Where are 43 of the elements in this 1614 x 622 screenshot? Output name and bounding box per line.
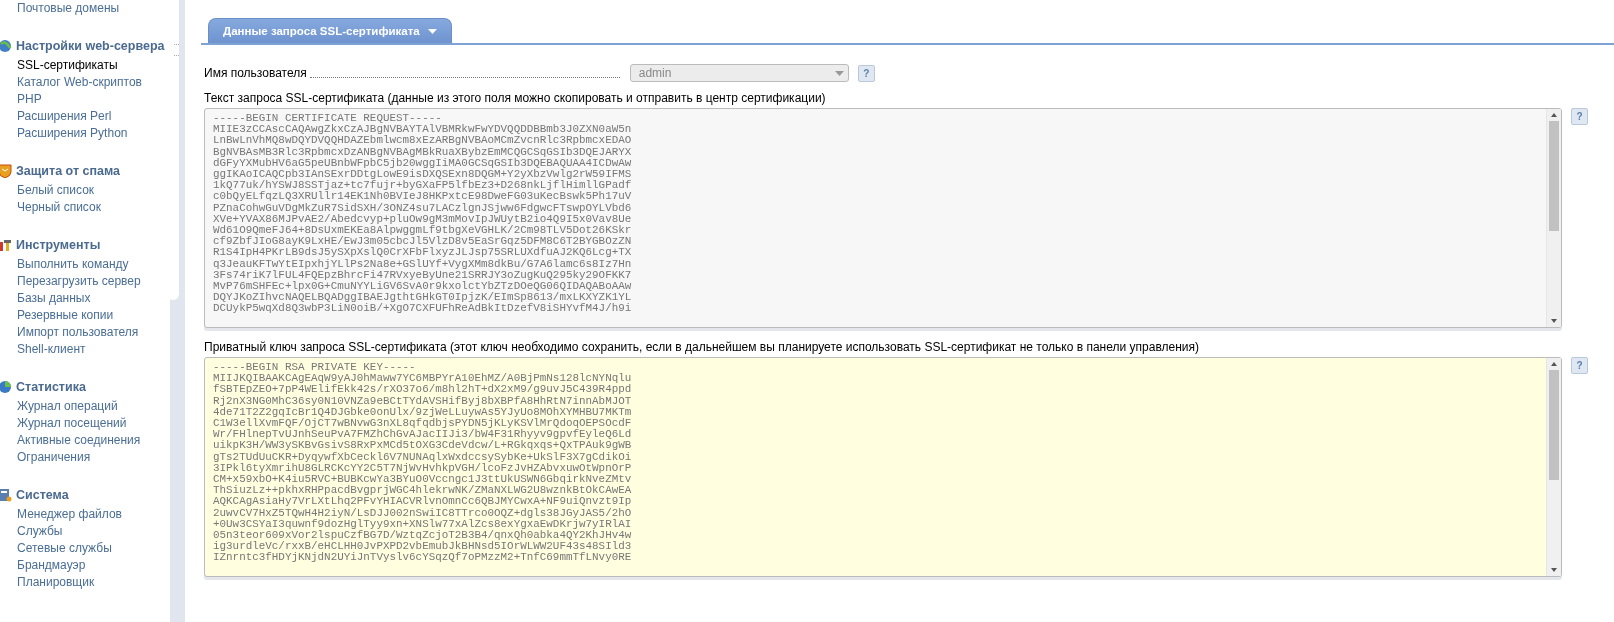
sidebar-item[interactable]: Активные соединения xyxy=(0,432,170,449)
sidebar-item[interactable]: PHP xyxy=(0,91,170,108)
group-heading: Защита от спама xyxy=(16,164,120,178)
sidebar-item[interactable]: Резервные копии xyxy=(0,307,170,324)
group-heading: Настройки web-сервера xyxy=(16,39,165,53)
help-icon[interactable]: ? xyxy=(1571,108,1588,125)
text-area[interactable] xyxy=(204,357,1562,577)
certificate-text: -----BEGIN CERTIFICATE REQUEST----- MIIE3zCCAscCAQAwgZkxCzAJBgNVBAYTAlVBMRkwFwYDVQQDDBBmb3J0ZXN0aW5n LnBwLnVhMQ8wDQYDVQQHDAZEbmlwcm8xEzARBgNVBAoMCmZvcnRlc3RpbmcxEDAO BgNVBAsMB3Rlc3RpbmcxDzANBgNVBAgMBkRuaXBybzEmMCQGCSqGSIb3DQEJARYX dGFyYXMubHV6aG5peUBnbWFpbC5jb20wggIiMA0GCSqGSIb3DQEBAQUAA4ICDwAw ggIKAoICAQCpb3IAnSExrDDtgLowE9isDXQSExn8DQGM+Y2yXbzVwlg2rW59IFMS 1kQ77uk/hYSWJ8SSTjaz+tc7fujr+byGXaFP5lfbEz3+D268nkLjflHimllGPadf c0bQyELfqzLQ3XRUllr14EK1Nh0BVIeJ8HKPxtcE98DweFG03uKecBswk5Ph17uV PZnaCohwGuVDgMkZuR7SidSXH/3ONZ4su7LACzlgnJSjww6FdgwcFTswpOYLVbd6 XVe+YVAX86MJPvAE2/Abedcvyp+pluOw9gM3mMovIpJWUytB2io4Q9I5x0Vav8Ue Wd61O9QmeFJ64+8DsUxmEKEa8AlpwggmLf9tbgXeVGHLK/2Cm98TLV5Dot26KSkr cf9ZbfJIoG8ayK9LxHE/EwJ3m05cbcJl5VlzD8v5EaSrGqz5DFM8C6T2BYGBOzZN R1S4IpH4PKrLB9dsJ5ySXpXslQ0CrXFbFlxyzJLJsp75SRLUXdfuAJ2KQ6Lcg+TX q3JeauKFTwYtEIpxhjYLlPs2Na8e+GSlUYf+VygXMm8dkBu/G7A6lamc6s8Iz7Hn 3Fs74riK7lFUL4FQEpzBhrcFi47RVxyeByUne21SRRJY3oZugKuQ295ky29OFKK7 MvP76mSHFEc+lpx0G+CmuNYYLiGV6SvA0r9kxolctYbZTzDOeQG06QIDAQABoAAw DQYJKoZIhvcNAQELBQADggIBAEJgthtGHkGT0IpjzK/EImSp8613/mxLKXYZK1YL DCUykP5wqXd8Q3wbP3LiN0oiB/+XgO7CXFUFhReAdBkItDzefV8iSHYvfM4J/h9i xyxy=(212,111,633,317)
sidebar-item[interactable]: Менеджер файлов xyxy=(0,506,170,523)
group-heading: Статистика xyxy=(16,380,86,394)
sidebar-item[interactable]: Перезагрузить сервер xyxy=(0,273,170,290)
sidebar-item[interactable]: Расширения Perl xyxy=(0,108,170,125)
group-heading: Система xyxy=(16,488,69,502)
sidebar-item[interactable]: Службы xyxy=(0,523,170,540)
globe-icon xyxy=(0,39,12,53)
sidebar-item[interactable]: Сетевые службы xyxy=(0,540,170,557)
sidebar-item[interactable]: Журнал посещений xyxy=(0,415,170,432)
sidebar-item[interactable]: Планировщик xyxy=(0,574,170,591)
caret-icon xyxy=(427,28,437,34)
sidebar-item[interactable]: Расширения Python xyxy=(0,125,170,142)
sidebar-item[interactable]: Черный список xyxy=(0,199,170,216)
splitter-handle[interactable] xyxy=(174,44,179,56)
sidebar-item[interactable]: Ограничения xyxy=(0,449,170,466)
text-area[interactable] xyxy=(204,108,1562,328)
sidebar-item[interactable]: Базы данных xyxy=(0,290,170,307)
sidebar-item[interactable]: Журнал операций xyxy=(0,398,170,415)
sidebar-item[interactable]: Брандмауэр xyxy=(0,557,170,574)
sidebar-item[interactable]: Белый список xyxy=(0,182,170,199)
group-heading: Инструменты xyxy=(16,238,101,252)
tools-icon xyxy=(0,238,12,252)
pie-chart-icon xyxy=(0,380,12,394)
sidebar-item[interactable]: Импорт пользователя xyxy=(0,324,170,341)
certificate-text: -----BEGIN RSA PRIVATE KEY----- MIIJKQIBAAKCAgEAqW9yAJ0hMaww7YC6MBPYrA10EhMZ/A0BjPmNs128lcNYNqlu fSBTEpZEO+7pP4WElifEkk42s/rXO37o6/m8hl2hT+dX2xM9/g9uvJ5C439R4ppd Rj2nX3NG0MhC36sy0N10VNZa9eBCtTYdAVSHifByj8bXBPfA8HhRtN7innAbMJOT 4de71T2Z2gqIcBr1Q4DJGbke0onUlx/9zjWeLLuywAs5YJyUo8MOhXYMHBU7MKTm C1W3ellXvmFQF/OjCT7wBNvwG3nXL8qfqdbjsPYDN5jKLyKSVlMrQdoqOEPSOcdF Wr/FHlnepTvUJnhSeuPvA7FMZhChGvAJacIIJi3/bW4F31Rhyyv9gpvfEyleQ6Ld uikpK3H/WW3ySKBvGsivS8RxPxMCd5tOXG3CdeVdcw/L+RGkqxqs+QxTPAuk9gWB gTs2TUdUuCKR+DyqywfXbCeckl6V7NUNAqlxWxdccsySybKe+UkSlF3X7gCdikOi 3IPkl6tyXmrihU8GLRCKcYY2C5T7NjWvHvhkpVGH/lcoFzJvHZAbvxuwOtWpnOrP CM+x59xbO+K4iu5RVC+BUBKcwYa3BYuO0Vccngc1J3ttUkUSWN6GbqirkNveZMtv ThSiuzLz++pkhxRHPpacdBvgprjWGC4hlekrwNK/ZMaNXLWG2U8wznkBtOkCAwEA AQKCAgAsiaHy7VrLXtLhq2PFvYHIACVRlvnOmnCc6QBJMYCwxA+NF9uiQnvzt9Ip 2uwvCV7HxZ5TQwH4H2iyN/LsDJJ002nSwiIC8TTrco0OQZ+dgls38JGyJAS5/2hO +0Uw3CSYaI3quwnf9dozHglTyy9xn+XNSlw77xAlZcs8exYgxaEwDKrjw7yIRlAI 05n3teor609xVor2lspuCzfBG7D/WztqZcjoT2B3B4/qnxQh0abka4QY2KhJHv4w ig3urdleVc/rxxB/eHCLHH0JvPXPD2vbEmubJkBHNsd5IOrWLWW2UF43s48SIld3 IZnrntc3fHDYjKNjdN2UYiJnTVyslv6cYSqzQf7oPMzzM2+TnfC69mmTfLNvy0RE xyxy=(212,360,633,566)
sidebar-item[interactable]: Shell-клиент xyxy=(0,341,170,358)
field-label: Текст запроса SSL-сертификата (данные из этого поля можно скопировать и отправить в центр сертификации) xyxy=(204,91,827,105)
help-icon[interactable]: ? xyxy=(1571,357,1588,374)
caret-icon xyxy=(834,70,844,76)
field-label: Имя пользователя xyxy=(204,66,307,80)
sidebar-item[interactable]: Выполнить команду xyxy=(0,256,170,273)
sidebar-item[interactable]: Почтовые домены xyxy=(0,0,170,17)
sidebar-item[interactable]: Каталог Web-скриптов xyxy=(0,74,170,91)
sidebar-item[interactable]: SSL-сертификаты xyxy=(0,57,170,74)
field-label: Приватный ключ запроса SSL-сертификата (этот ключ необходимо сохранить, если в дальнейшем вы планируете использовать SSL-сертификат не только в панели управления) xyxy=(204,340,1200,354)
